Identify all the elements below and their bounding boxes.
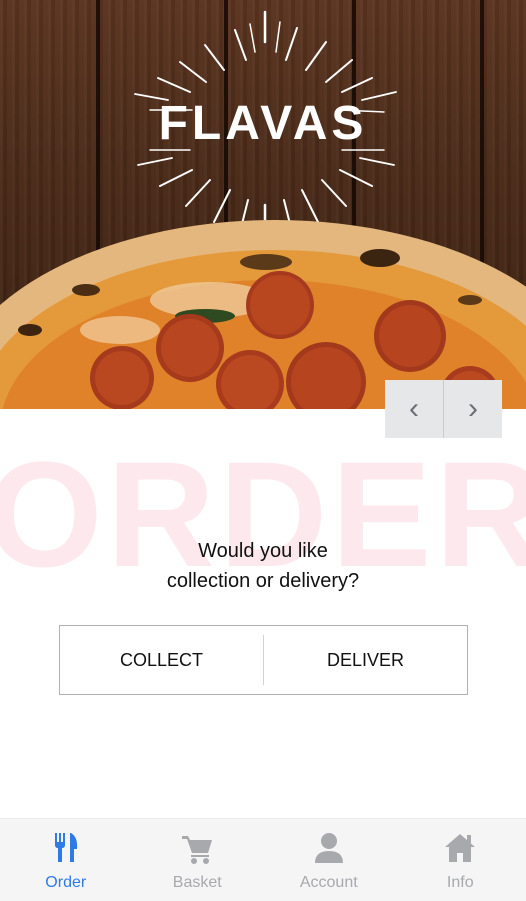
question-line-2: collection or delivery?: [0, 566, 526, 596]
nav-item-order[interactable]: Order: [0, 819, 132, 901]
fulfilment-question: Would you like collection or delivery?: [0, 536, 526, 596]
collect-button[interactable]: COLLECT: [60, 626, 263, 694]
nav-item-basket[interactable]: Basket: [132, 819, 264, 901]
fulfilment-choice: COLLECT DELIVER: [59, 625, 468, 695]
nav-label-info: Info: [447, 874, 474, 892]
question-line-1: Would you like: [0, 536, 526, 566]
brand-logo: FLAVAS: [0, 96, 526, 151]
hero-banner: FLAVAS: [0, 0, 526, 409]
cart-icon: [180, 831, 214, 865]
home-icon: [443, 831, 477, 865]
hero-artwork: [0, 0, 526, 409]
chevron-right-icon: ›: [468, 392, 478, 426]
chevron-left-icon: ‹: [409, 392, 419, 426]
nav-label-account: Account: [300, 874, 358, 892]
nav-item-account[interactable]: Account: [263, 819, 395, 901]
deliver-button[interactable]: DELIVER: [264, 626, 467, 694]
user-icon: [312, 831, 346, 865]
nav-label-order: Order: [45, 874, 86, 892]
bottom-nav: Order Basket Account Info: [0, 818, 526, 901]
nav-item-info[interactable]: Info: [395, 819, 526, 901]
nav-label-basket: Basket: [173, 874, 222, 892]
fork-knife-icon: [49, 831, 83, 865]
